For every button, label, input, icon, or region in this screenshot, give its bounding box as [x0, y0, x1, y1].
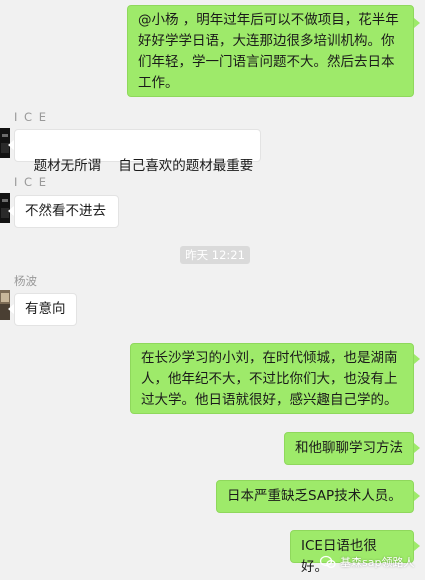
message-bubble-received[interactable]: 题材无所谓 自己喜欢的题材最重要	[14, 129, 261, 174]
message-text: 题材无所谓 自己喜欢的题材最重要	[33, 158, 254, 174]
message-text: 不然看不进去	[25, 203, 106, 219]
message-bubble-received[interactable]: 不然看不进去	[14, 195, 119, 228]
watermark-text: 基森sap领路人	[340, 556, 415, 569]
bubble-tail	[414, 18, 420, 28]
message-text: 有意向	[25, 301, 66, 317]
wechat-channel-icon	[320, 555, 336, 568]
message-text: @小杨 ，明年过年后可以不做项目，花半年好好学学日语，大连那边很多培训机构。你们…	[138, 12, 399, 91]
message-bubble-sent[interactable]: 日本严重缺乏SAP技术人员。	[216, 480, 414, 513]
sender-name: I C E	[14, 110, 48, 124]
message-text: 和他聊聊学习方法	[295, 440, 403, 456]
bubble-tail	[414, 491, 420, 501]
watermark: 基森sap领路人	[320, 553, 414, 571]
timestamp-badge: 昨天 12:21	[180, 246, 250, 264]
message-text: 在长沙学习的小刘，在时代倾城，也是湖南人，他年纪不大，不过比你们大，也没有上过大…	[141, 350, 398, 408]
message-bubble-sent[interactable]: 在长沙学习的小刘，在时代倾城，也是湖南人，他年纪不大，不过比你们大，也没有上过大…	[130, 343, 414, 414]
message-bubble-sent[interactable]: @小杨 ，明年过年后可以不做项目，花半年好好学学日语，大连那边很多培训机构。你们…	[127, 5, 414, 97]
message-bubble-received[interactable]: 有意向	[14, 293, 77, 326]
bubble-tail	[414, 354, 420, 364]
bubble-tail	[414, 443, 420, 453]
message-text: 日本严重缺乏SAP技术人员。	[227, 488, 402, 504]
sender-name: I C E	[14, 175, 48, 189]
message-bubble-sent[interactable]: 和他聊聊学习方法	[284, 432, 414, 465]
sender-name: 杨波	[14, 274, 37, 288]
bubble-tail	[414, 541, 420, 551]
